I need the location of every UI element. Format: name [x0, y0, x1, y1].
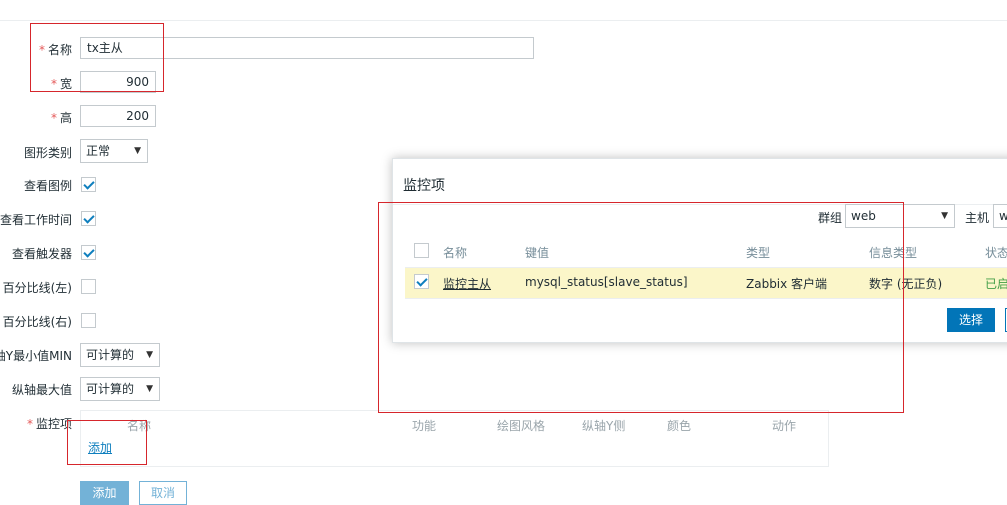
percentile-right-checkbox[interactable]	[81, 313, 96, 328]
graph-type-select[interactable]: 正常 ▼	[80, 139, 148, 163]
percentile-left-checkbox[interactable]	[81, 279, 96, 294]
dialog-col-type: 类型	[746, 246, 771, 260]
items-label-text: 监控项	[35, 417, 72, 431]
items-col-action: 动作	[772, 419, 797, 433]
show-working-time-checkbox[interactable]	[81, 211, 96, 226]
height-label: * 高	[0, 109, 72, 126]
items-col-function: 功能	[412, 419, 437, 433]
name-label-text: 名称	[47, 43, 72, 57]
group-select[interactable]: web ▼	[845, 204, 955, 228]
required-marker: *	[50, 111, 57, 125]
width-input[interactable]: 900	[80, 71, 156, 93]
items-col-color: 颜色	[667, 419, 692, 433]
required-marker: *	[38, 43, 45, 57]
chevron-down-icon: ▼	[134, 146, 141, 156]
graph-type-value: 正常	[86, 144, 111, 158]
show-legend-checkbox[interactable]	[81, 177, 96, 192]
width-label: * 宽	[0, 75, 72, 92]
group-value: web	[851, 209, 876, 223]
items-dialog: 监控项 群组 web ▼ 主机 w 名称 键值 类型 信息类型 状态 监控主从 m…	[392, 158, 1007, 343]
show-legend-label: 查看图例	[23, 179, 72, 193]
show-triggers-checkbox[interactable]	[81, 245, 96, 260]
item-key: mysql_status[slave_status]	[525, 275, 688, 289]
dialog-title: 监控项	[403, 178, 445, 194]
ymax-label: 纵轴最大值	[11, 383, 72, 397]
items-col-name: 名称	[127, 419, 152, 433]
width-label-text: 宽	[59, 77, 72, 91]
dialog-col-status: 状态	[985, 246, 1007, 260]
name-input[interactable]: tx主从	[80, 37, 534, 59]
host-value: w	[999, 209, 1007, 223]
cancel-button[interactable]: 取消	[139, 481, 187, 505]
ymin-label: 轴Y最小值MIN	[0, 349, 72, 363]
required-marker: *	[26, 417, 33, 431]
ymax-value: 可计算的	[86, 382, 135, 396]
items-col-draw-style: 绘图风格	[497, 419, 546, 433]
select-button[interactable]: 选择	[947, 308, 995, 332]
required-marker: *	[50, 77, 57, 91]
chevron-down-icon: ▼	[146, 384, 153, 394]
show-triggers-label: 查看触发器	[11, 247, 72, 261]
show-working-time-label: 查看工作时间	[0, 213, 72, 227]
select-all-checkbox[interactable]	[414, 243, 429, 258]
dialog-col-key: 键值	[525, 246, 550, 260]
items-table	[80, 410, 829, 467]
height-input[interactable]: 200	[80, 105, 156, 127]
add-item-link[interactable]: 添加	[88, 439, 112, 456]
item-info-type: 数字 (无正负)	[869, 277, 943, 291]
dialog-col-name: 名称	[443, 246, 468, 260]
row-checkbox[interactable]	[414, 274, 429, 289]
dialog-col-info-type: 信息类型	[869, 246, 918, 260]
ymin-select[interactable]: 可计算的 ▼	[80, 343, 160, 367]
item-status: 已启	[985, 277, 1007, 291]
item-name-link[interactable]: 监控主从	[443, 275, 491, 292]
group-label: 群组	[818, 211, 843, 225]
graph-type-label: 图形类别	[23, 146, 72, 160]
host-select[interactable]: w	[993, 204, 1007, 228]
chevron-down-icon: ▼	[941, 211, 948, 221]
ymin-value: 可计算的	[86, 348, 135, 362]
height-label-text: 高	[59, 111, 72, 125]
item-type: Zabbix 客户端	[746, 277, 828, 291]
ymax-select[interactable]: 可计算的 ▼	[80, 377, 160, 401]
add-button[interactable]: 添加	[80, 481, 129, 505]
percentile-left-label: 百分比线(左)	[2, 281, 72, 295]
host-label: 主机	[965, 211, 990, 225]
items-label: * 监控项	[0, 415, 72, 432]
name-label: * 名称	[0, 41, 72, 58]
chevron-down-icon: ▼	[146, 350, 153, 360]
items-col-y-axis-side: 纵轴Y侧	[582, 419, 626, 433]
top-bar	[0, 0, 1007, 21]
percentile-right-label: 百分比线(右)	[2, 315, 72, 329]
